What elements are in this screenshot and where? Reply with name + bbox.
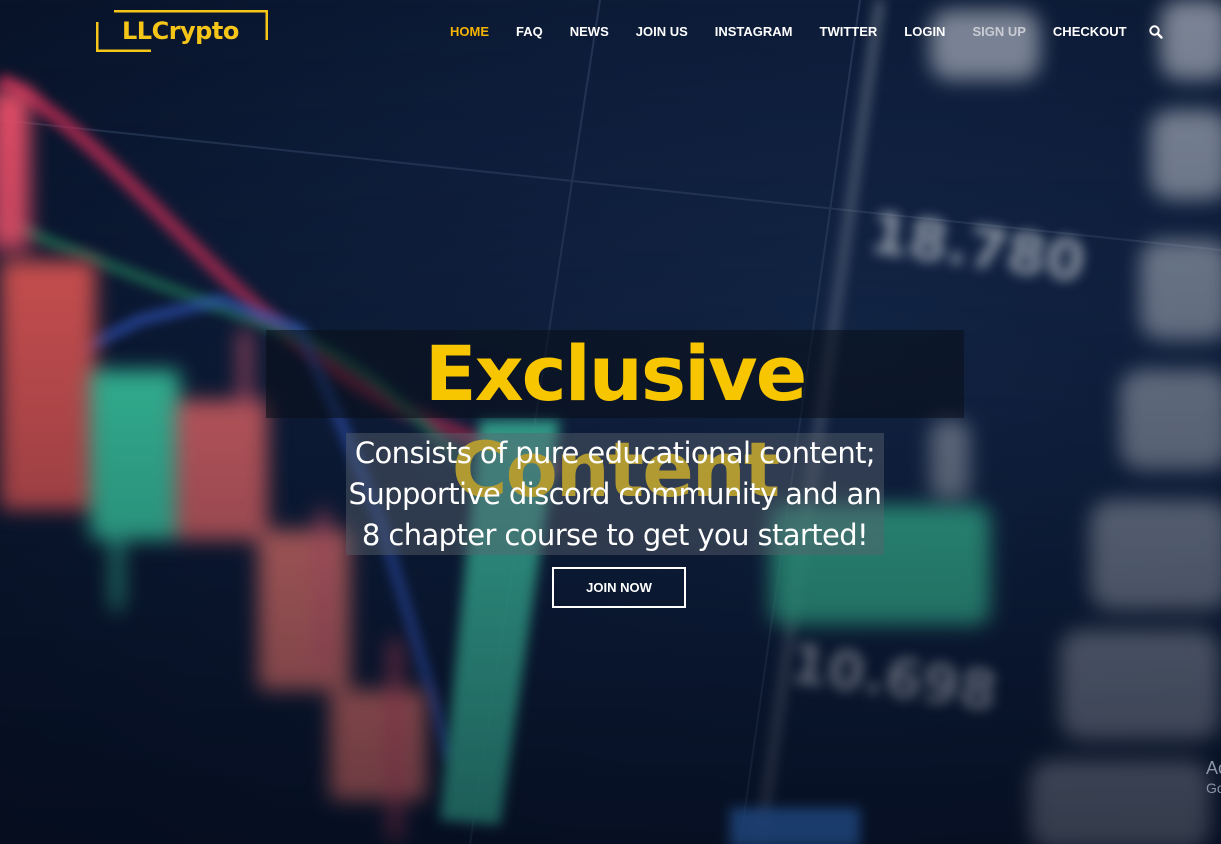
site-header: LLCrypto HOME FAQ NEWS JOIN US INSTAGRAM… <box>0 0 1221 64</box>
hero-subtitle: Consists of pure educational content; Su… <box>330 433 900 556</box>
nav-item-join-us[interactable]: JOIN US <box>626 20 698 44</box>
nav-item-login[interactable]: LOGIN <box>894 20 955 44</box>
join-now-button[interactable]: JOIN NOW <box>552 567 686 608</box>
corner-overlay-text: Ac Go <box>1206 758 1221 798</box>
nav-item-sign-up[interactable]: SIGN UP <box>962 20 1035 44</box>
nav-item-faq[interactable]: FAQ <box>506 20 553 44</box>
logo-text: LLCrypto <box>122 17 239 45</box>
hero-subtitle-line: Consists of pure educational content; <box>354 436 876 470</box>
site-logo[interactable]: LLCrypto <box>96 10 268 52</box>
corner-text-line: Go <box>1206 780 1221 796</box>
hero-section: 18.780 10.698 LLCrypto HOME FAQ <box>0 0 1221 844</box>
corner-text-line: Ac <box>1206 758 1221 778</box>
main-nav: HOME FAQ NEWS JOIN US INSTAGRAM TWITTER … <box>440 20 1164 44</box>
search-icon[interactable] <box>1148 24 1164 40</box>
hero-subtitle-line: 8 chapter course to get you started! <box>361 518 869 552</box>
nav-item-instagram[interactable]: INSTAGRAM <box>705 20 803 44</box>
nav-item-news[interactable]: NEWS <box>560 20 619 44</box>
nav-item-checkout[interactable]: CHECKOUT <box>1043 20 1137 44</box>
hero-subtitle-line: Supportive discord community and an <box>348 477 883 511</box>
nav-item-twitter[interactable]: TWITTER <box>810 20 888 44</box>
nav-item-home[interactable]: HOME <box>440 20 499 44</box>
